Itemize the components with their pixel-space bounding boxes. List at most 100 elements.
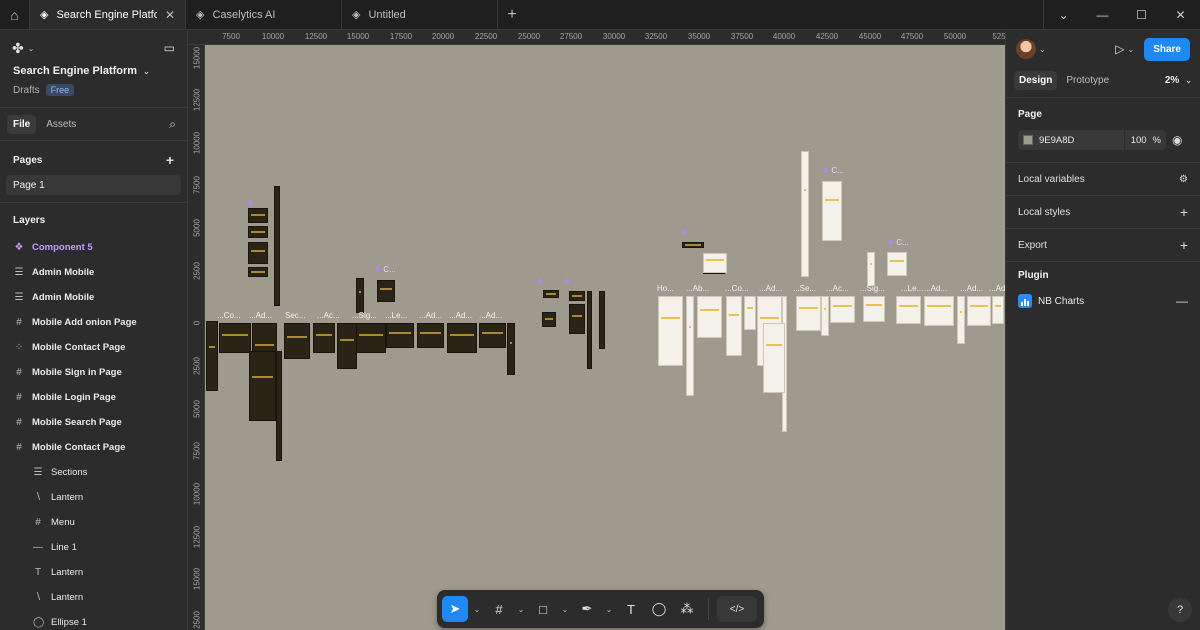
dark-mobile-frame[interactable] bbox=[284, 323, 310, 359]
dark-mobile-frame[interactable] bbox=[206, 321, 218, 391]
dark-mobile-frame[interactable] bbox=[447, 323, 477, 353]
add-export-icon[interactable]: + bbox=[1180, 237, 1188, 253]
frame-label[interactable]: ...Ac... bbox=[826, 284, 849, 293]
layer-row[interactable]: ❖ Component 5 bbox=[0, 235, 187, 260]
chevron-down-icon[interactable]: ⌄ bbox=[514, 605, 528, 614]
page-item[interactable]: Page 1 bbox=[6, 175, 181, 195]
text-tool-icon[interactable]: T bbox=[618, 596, 644, 622]
chevron-down-icon[interactable]: ⌄ bbox=[602, 605, 616, 614]
dark-mobile-frame[interactable] bbox=[249, 351, 276, 421]
dark-mobile-frame[interactable] bbox=[219, 323, 251, 353]
chevron-down-icon[interactable]: ⌄ bbox=[1044, 0, 1083, 29]
rectangle-tool-icon[interactable]: □ bbox=[530, 596, 556, 622]
frame-label[interactable]: ...Ad... bbox=[960, 284, 983, 293]
frame-label[interactable]: ...Se... bbox=[793, 284, 816, 293]
light-web-frame[interactable] bbox=[967, 296, 991, 326]
actions-tool-icon[interactable]: ⁂ bbox=[674, 596, 700, 622]
pen-tool-icon[interactable]: ✒ bbox=[574, 596, 600, 622]
dark-mobile-frame[interactable] bbox=[587, 291, 592, 369]
local-variables-label[interactable]: Local variables bbox=[1018, 174, 1085, 185]
frame-label[interactable]: ...Sig... bbox=[352, 311, 377, 320]
dark-mobile-frame[interactable] bbox=[417, 323, 444, 348]
layer-row[interactable]: — Line 1 bbox=[0, 535, 187, 560]
dark-mobile-frame[interactable] bbox=[248, 242, 268, 264]
variables-settings-icon[interactable]: ⚙ bbox=[1179, 174, 1188, 185]
light-web-frame[interactable] bbox=[796, 296, 821, 331]
dark-mobile-frame[interactable] bbox=[248, 267, 268, 277]
close-icon[interactable]: ✕ bbox=[165, 8, 175, 22]
tab-assets[interactable]: Assets bbox=[40, 115, 82, 134]
frame-label[interactable]: ...Sig... bbox=[860, 284, 885, 293]
new-tab-plus-icon[interactable]: + bbox=[498, 0, 526, 29]
layer-row[interactable]: # Mobile Login Page bbox=[0, 385, 187, 410]
layer-row[interactable]: ☰ Admin Mobile bbox=[0, 285, 187, 310]
frame-label[interactable]: ...Le... bbox=[901, 284, 923, 293]
frame-label[interactable]: Sec... bbox=[285, 311, 305, 320]
component-icon[interactable]: ❖ bbox=[536, 277, 543, 286]
dark-mobile-frame[interactable] bbox=[542, 312, 556, 327]
dark-mobile-frame[interactable] bbox=[356, 323, 386, 353]
layer-row[interactable]: ∖ Lantern bbox=[0, 485, 187, 510]
move-tool-icon[interactable]: ➤ bbox=[442, 596, 468, 622]
maximize-icon[interactable]: ☐ bbox=[1122, 0, 1161, 29]
page-background-field[interactable]: 9E9A8D 100 % bbox=[1018, 130, 1166, 150]
light-web-frame[interactable] bbox=[726, 296, 742, 356]
dark-mobile-frame[interactable] bbox=[599, 291, 605, 349]
dark-mobile-frame[interactable] bbox=[569, 291, 585, 301]
frame-label[interactable]: ...Ad... bbox=[449, 311, 472, 320]
dark-mobile-frame[interactable] bbox=[313, 323, 335, 353]
layer-row[interactable]: ☰ Sections bbox=[0, 460, 187, 485]
dark-mobile-frame[interactable] bbox=[248, 226, 268, 238]
share-button[interactable]: Share bbox=[1144, 37, 1190, 61]
component-icon[interactable]: ❖ bbox=[563, 277, 570, 286]
light-web-frame[interactable] bbox=[801, 151, 809, 277]
dev-mode-button[interactable]: </> bbox=[717, 596, 757, 622]
plugin-row[interactable]: NB Charts — bbox=[1006, 288, 1200, 314]
layer-row[interactable]: ☰ Admin Mobile bbox=[0, 260, 187, 285]
help-button[interactable]: ? bbox=[1168, 598, 1192, 622]
tab-untitled[interactable]: ◈ Untitled bbox=[342, 0, 498, 29]
color-swatch[interactable] bbox=[1023, 135, 1033, 145]
layer-row[interactable]: # Mobile Contact Page bbox=[0, 435, 187, 460]
layer-row[interactable]: T Lantern bbox=[0, 560, 187, 585]
eye-icon[interactable]: ◉ bbox=[1172, 133, 1182, 147]
present-play-icon[interactable]: ▷ bbox=[1115, 42, 1124, 56]
light-web-frame[interactable] bbox=[822, 181, 842, 241]
frame-label[interactable]: Ho... bbox=[657, 284, 674, 293]
light-web-frame[interactable] bbox=[957, 296, 965, 344]
dark-mobile-frame[interactable] bbox=[377, 280, 395, 302]
light-web-frame[interactable] bbox=[887, 252, 907, 276]
frame-label[interactable]: ...Ac... bbox=[317, 311, 340, 320]
project-location[interactable]: Drafts bbox=[13, 85, 40, 96]
dark-mobile-frame[interactable] bbox=[337, 323, 357, 369]
layer-row[interactable]: # Mobile Add onion Page bbox=[0, 310, 187, 335]
component-icon[interactable]: ❖ bbox=[247, 199, 254, 208]
light-web-frame[interactable] bbox=[658, 296, 683, 366]
dark-mobile-frame[interactable] bbox=[543, 290, 559, 298]
component-label[interactable]: ❖ C... bbox=[822, 166, 844, 175]
layer-row[interactable]: ∖ Lantern bbox=[0, 585, 187, 610]
chevron-down-icon[interactable]: ⌄ bbox=[558, 605, 572, 614]
zoom-dropdown[interactable]: 2% ⌄ bbox=[1165, 75, 1192, 86]
toggle-sidebar-icon[interactable]: ▭ bbox=[164, 41, 175, 55]
chevron-down-icon[interactable]: ⌄ bbox=[470, 605, 484, 614]
dark-mobile-frame[interactable] bbox=[386, 323, 414, 348]
dark-mobile-frame[interactable] bbox=[274, 186, 280, 306]
frame-label[interactable]: ...Ad... bbox=[479, 311, 502, 320]
project-name[interactable]: Search Engine Platform ⌄ bbox=[13, 65, 174, 77]
frame-label[interactable]: ...Ad... bbox=[759, 284, 782, 293]
search-icon[interactable]: ⌕ bbox=[169, 117, 176, 132]
component-label[interactable]: ❖ C... bbox=[887, 238, 909, 247]
dark-mobile-frame[interactable] bbox=[356, 278, 364, 313]
light-web-frame[interactable] bbox=[763, 323, 785, 393]
dark-mobile-frame[interactable] bbox=[682, 242, 704, 248]
light-web-frame[interactable] bbox=[896, 296, 921, 324]
dark-mobile-frame[interactable] bbox=[276, 351, 282, 461]
layer-row[interactable]: ⁘ Mobile Contact Page bbox=[0, 335, 187, 360]
dark-mobile-frame[interactable] bbox=[569, 304, 585, 334]
tab-prototype[interactable]: Prototype bbox=[1061, 71, 1114, 90]
add-page-icon[interactable]: + bbox=[166, 152, 174, 168]
frame-label[interactable]: ...Ad... bbox=[924, 284, 947, 293]
chevron-down-icon[interactable]: ⌄ bbox=[1128, 45, 1135, 54]
frame-label[interactable]: ...Ad... bbox=[419, 311, 442, 320]
